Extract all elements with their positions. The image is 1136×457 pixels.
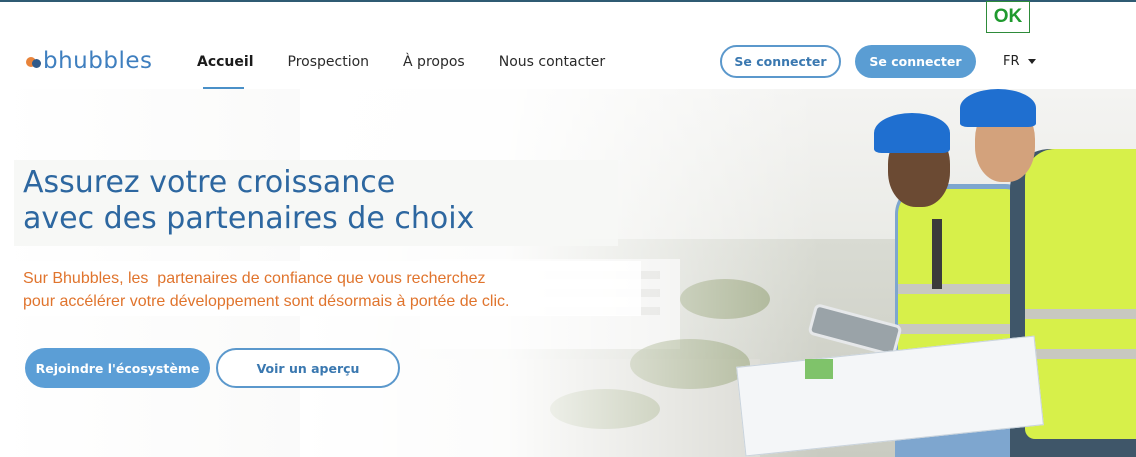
- hero-title-line2: avec des partenaires de choix: [23, 201, 475, 236]
- join-ecosystem-button[interactable]: Rejoindre l'écosystème: [25, 348, 210, 388]
- nav-item-nous-contacter[interactable]: Nous contacter: [499, 34, 605, 90]
- hero-subtitle-line1: Sur Bhubbles, les partenaires de confian…: [23, 270, 486, 287]
- hero-title-line1: Assurez votre croissance: [23, 165, 396, 200]
- nav-item-accueil[interactable]: Accueil: [197, 34, 254, 90]
- caret-down-icon: [1027, 59, 1036, 64]
- view-preview-button[interactable]: Voir un aperçu: [216, 348, 400, 388]
- nav-item-a-propos[interactable]: À propos: [403, 34, 465, 90]
- top-border: [0, 0, 1136, 2]
- main-nav: Accueil Prospection À propos Nous contac…: [197, 34, 639, 90]
- logo-text: bhubbles: [43, 48, 153, 74]
- hero-title: Assurez votre croissance avec des parten…: [23, 165, 474, 237]
- login-filled-button[interactable]: Se connecter: [855, 45, 976, 78]
- hero-section: Assurez votre croissance avec des parten…: [0, 89, 1136, 457]
- ok-status-badge[interactable]: OK: [986, 1, 1030, 33]
- language-selector[interactable]: FR: [1003, 54, 1036, 69]
- nav-item-prospection[interactable]: Prospection: [288, 34, 370, 90]
- hero-subtitle-line2: pour accélérer votre développement sont …: [23, 293, 510, 310]
- logo-bubbles-icon: [26, 53, 42, 69]
- bhubbles-logo[interactable]: bhubbles: [26, 46, 152, 76]
- site-header: bhubbles Accueil Prospection À propos No…: [0, 34, 1136, 90]
- login-outline-button[interactable]: Se connecter: [720, 45, 841, 78]
- language-label: FR: [1003, 54, 1020, 69]
- hero-subtitle: Sur Bhubbles, les partenaires de confian…: [23, 267, 509, 313]
